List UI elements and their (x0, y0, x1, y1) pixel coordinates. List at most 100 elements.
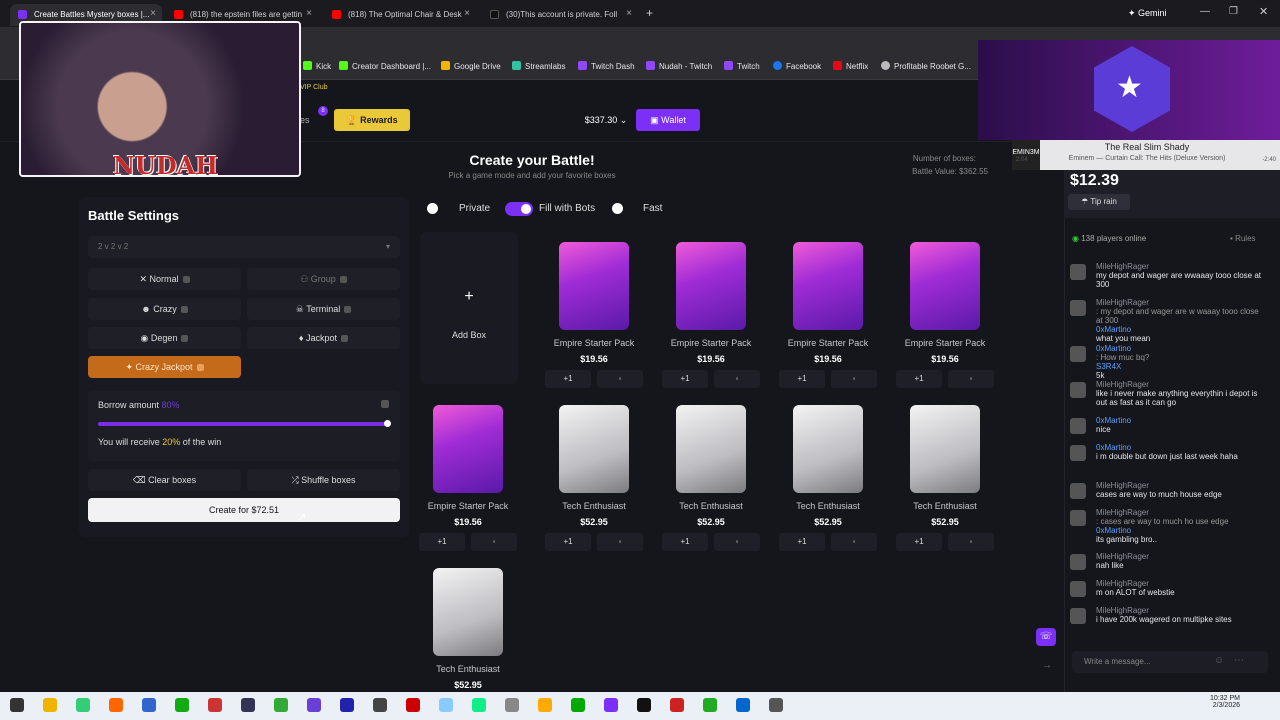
record-icon[interactable] (406, 698, 420, 712)
bookmark-netflix[interactable]: Netflix (833, 61, 868, 71)
remove-box-icon[interactable]: ◦ (948, 370, 994, 388)
add-one-button[interactable]: +1 (779, 533, 825, 551)
chat-input[interactable]: Write a message... ☺ ⋯ (1072, 651, 1268, 673)
add-one-button[interactable]: +1 (662, 533, 708, 551)
avatar[interactable] (1070, 445, 1086, 461)
avatar[interactable] (1070, 581, 1086, 597)
support-icon[interactable]: ☏ (1036, 628, 1056, 646)
balance-display[interactable]: $337.30 ⌄ (580, 109, 632, 131)
new-tab-button[interactable]: + (646, 6, 653, 20)
tab-tiktok[interactable]: (30)This account is private. Foll × (482, 4, 638, 26)
app-icon[interactable] (769, 698, 783, 712)
minimize-icon[interactable]: — (1200, 6, 1210, 17)
box-card[interactable]: Empire Starter Pack $19.56 +1 ◦ (888, 242, 1002, 392)
avatar[interactable] (1070, 554, 1086, 570)
wallet-button[interactable]: ▣ Wallet (636, 109, 700, 131)
close-tab-icon[interactable]: × (626, 8, 632, 19)
fast-radio[interactable] (612, 203, 623, 214)
folder-icon[interactable] (241, 698, 255, 712)
mode-jackpot[interactable]: ♦ Jackpot (247, 327, 400, 349)
add-box-button[interactable]: + Add Box (420, 232, 518, 384)
app-icon[interactable] (538, 698, 552, 712)
chat-username[interactable]: MileHighRager (1096, 262, 1266, 271)
private-radio[interactable] (427, 203, 438, 214)
gemini-button[interactable]: ✦ Gemini (1128, 8, 1167, 19)
shuffle-boxes-button[interactable]: ⤮ Shuffle boxes (247, 469, 400, 491)
remove-box-icon[interactable]: ◦ (597, 533, 643, 551)
bookmark-streamlabs[interactable]: Streamlabs (512, 61, 565, 71)
bookmark-creator-dashboard[interactable]: Creator Dashboard |... (339, 61, 431, 71)
close-tab-icon[interactable]: × (464, 8, 470, 19)
start-icon[interactable] (10, 698, 24, 712)
borrow-slider-handle[interactable] (384, 420, 391, 427)
bookmark-twitch-dash[interactable]: Twitch Dash (578, 61, 635, 71)
box-card[interactable]: Empire Starter Pack $19.56 +1 ◦ (771, 242, 885, 392)
close-tab-icon[interactable]: × (150, 8, 156, 19)
reply-username[interactable]: 0xMartino (1096, 526, 1266, 535)
avatar[interactable] (1070, 608, 1086, 624)
chat-username[interactable]: MileHighRager (1096, 606, 1266, 615)
maximize-icon[interactable]: ❐ (1229, 6, 1238, 17)
streamlabs-icon[interactable] (208, 698, 222, 712)
chrome-icon[interactable] (109, 698, 123, 712)
emoji-icon[interactable]: ☺ (1214, 655, 1224, 666)
remove-box-icon[interactable]: ◦ (597, 370, 643, 388)
chat-username[interactable]: 0xMartino (1096, 416, 1266, 425)
chat-username[interactable]: MileHighRager (1096, 552, 1266, 561)
bookmark-nudah-twitch[interactable]: Nudah - Twitch (646, 61, 712, 71)
bookmark-facebook[interactable]: Facebook (773, 61, 821, 71)
clear-boxes-button[interactable]: ⌫ Clear boxes (88, 469, 241, 491)
bookmark-twitch[interactable]: Twitch (724, 61, 760, 71)
nav-item-partial[interactable]: es (300, 115, 310, 125)
create-battle-button[interactable]: Create for $72.51 (88, 498, 400, 522)
remove-box-icon[interactable]: ◦ (831, 370, 877, 388)
chat-username[interactable]: MileHighRager (1096, 298, 1266, 307)
add-one-button[interactable]: +1 (662, 370, 708, 388)
avatar[interactable] (1070, 264, 1086, 280)
twitch-icon[interactable] (604, 698, 618, 712)
chat-username[interactable]: MileHighRager (1096, 579, 1266, 588)
add-one-button[interactable]: +1 (779, 370, 825, 388)
team-mode-select[interactable]: 2 v 2 v 2 ▾ (88, 236, 400, 258)
system-clock[interactable]: 10:32 PM 2/3/2026 (1196, 695, 1240, 709)
avatar[interactable] (1070, 346, 1086, 362)
app-icon[interactable] (670, 698, 684, 712)
obs-icon[interactable] (175, 698, 189, 712)
reply-username[interactable]: 0xMartino (1096, 325, 1266, 334)
nvidia-icon[interactable] (472, 698, 486, 712)
remove-box-icon[interactable]: ◦ (714, 533, 760, 551)
chat-username[interactable]: MileHighRager (1096, 508, 1266, 517)
chat-username[interactable]: 0xMartino (1096, 344, 1266, 353)
add-one-button[interactable]: +1 (419, 533, 465, 551)
reply-username[interactable]: S3R4X (1096, 362, 1266, 371)
avatar[interactable] (1070, 382, 1086, 398)
box-card[interactable]: Tech Enthusiast $52.95 +1 ◦ (888, 405, 1002, 555)
gemini-icon[interactable] (142, 698, 156, 712)
mode-terminal[interactable]: ☠ Terminal (247, 298, 400, 320)
app-icon[interactable] (505, 698, 519, 712)
box-card[interactable]: Tech Enthusiast $52.95 +1 ◦ (654, 405, 768, 555)
add-one-button[interactable]: +1 (545, 370, 591, 388)
remove-box-icon[interactable]: ◦ (471, 533, 517, 551)
brave-icon[interactable] (76, 698, 90, 712)
premiere-icon[interactable] (274, 698, 288, 712)
add-one-button[interactable]: +1 (896, 533, 942, 551)
box-card[interactable]: Empire Starter Pack $19.56 +1 ◦ (537, 242, 651, 392)
steam-icon[interactable] (340, 698, 354, 712)
rules-link[interactable]: ▪ Rules (1230, 234, 1256, 243)
box-card[interactable]: Empire Starter Pack $19.56 +1 ◦ (654, 242, 768, 392)
add-one-button[interactable]: +1 (896, 370, 942, 388)
file-explorer-icon[interactable] (43, 698, 57, 712)
tip-rain-button[interactable]: ☂ Tip rain (1068, 194, 1130, 210)
remove-box-icon[interactable]: ◦ (831, 533, 877, 551)
avatar[interactable] (1070, 418, 1086, 434)
chat-username[interactable]: 0xMartino (1096, 443, 1266, 452)
collapse-chat-icon[interactable]: → (1042, 660, 1052, 671)
bookmark-google-drive[interactable]: Google Drive (441, 61, 501, 71)
spotify-icon[interactable] (439, 698, 453, 712)
app-icon[interactable] (703, 698, 717, 712)
avatar[interactable] (1070, 510, 1086, 526)
capcut-icon[interactable] (307, 698, 321, 712)
rewards-button[interactable]: 🏆 Rewards (334, 109, 410, 131)
close-tab-icon[interactable]: × (306, 8, 312, 19)
